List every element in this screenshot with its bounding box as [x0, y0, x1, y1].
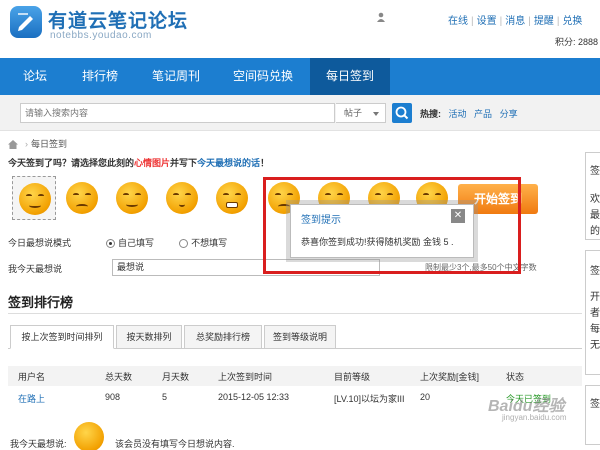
user-icon[interactable]	[376, 12, 386, 22]
search-bar: 帖子 热搜: 活动 产品 分享	[0, 95, 600, 131]
mode-label: 今日最想说模式	[8, 238, 72, 248]
chevron-down-icon	[373, 112, 379, 116]
prompt-mood: 心情图片	[134, 158, 171, 168]
ranking-title: 签到排行榜	[8, 295, 74, 310]
search-input[interactable]	[20, 103, 335, 123]
link-reminders[interactable]: 提醒	[534, 16, 554, 27]
mood-option[interactable]	[60, 176, 104, 220]
search-button[interactable]	[392, 103, 412, 123]
mode-none-label[interactable]: 不想填写	[191, 238, 227, 248]
tab-by-days[interactable]: 按天数排列	[116, 325, 182, 349]
search-icon	[395, 106, 409, 120]
tab-total-rewards[interactable]: 总奖励排行榜	[184, 325, 262, 349]
table-header	[8, 366, 582, 386]
signin-prompt: 今天签到了吗？请选择您此刻的心情图片并写下今天最想说的话！	[8, 156, 269, 169]
sidebar-text: 每	[590, 324, 600, 335]
link-settings[interactable]: 设置	[477, 16, 497, 27]
prompt-say: 今天最想说的话	[197, 158, 261, 168]
column-header: 目前等级	[334, 372, 371, 382]
tab-by-last-signin[interactable]: 按上次签到时间排列	[10, 325, 114, 349]
column-header: 上次签到时间	[218, 372, 273, 382]
sidebar-text: 签	[590, 166, 600, 177]
sidebar-text: 开	[590, 292, 600, 303]
hot-label: 热搜:	[420, 109, 441, 119]
breadcrumb: › 每日签到	[8, 137, 67, 150]
search-scope-label: 帖子	[344, 108, 363, 118]
mood-calm-icon	[116, 182, 148, 214]
watermark-url: jingyan.baidu.com	[502, 413, 567, 422]
mood-option[interactable]	[160, 176, 204, 220]
sidebar-box	[585, 385, 600, 445]
nav-item-forum[interactable]: 论坛	[10, 58, 60, 95]
nav-item-daily-signin[interactable]: 每日签到	[310, 58, 390, 95]
mode-self-label[interactable]: 自己填写	[118, 238, 154, 248]
sidebar-text: 的	[590, 226, 600, 237]
hot-word[interactable]: 活动	[449, 109, 467, 119]
divider	[8, 313, 582, 314]
column-header: 月天数	[162, 372, 190, 382]
bottom-say-label: 我今天最想说:	[10, 439, 67, 449]
prompt-text: 并写下	[170, 158, 198, 168]
link-online[interactable]: 在线	[448, 16, 468, 27]
sidebar-text: 欢	[590, 194, 600, 205]
mood-sad-icon	[66, 182, 98, 214]
tab-level-info[interactable]: 签到等级说明	[264, 325, 336, 349]
link-redeem[interactable]: 兑换	[562, 16, 582, 27]
mood-happy-icon	[19, 183, 51, 215]
mood-sleepy-icon	[166, 182, 198, 214]
user-points[interactable]: 积分: 2888	[555, 35, 598, 48]
dialog-message: 恭喜你签到成功!获得随机奖励 金钱 5 .	[301, 237, 454, 247]
prompt-text: ！	[260, 158, 270, 168]
dialog-title: 签到提示	[301, 215, 341, 226]
sidebar-text: 者	[590, 308, 600, 319]
prompt-text: 今天签到了吗？请选择您此刻的	[8, 158, 135, 168]
mode-none-radio[interactable]	[179, 239, 189, 249]
close-icon[interactable]: ✕	[451, 209, 465, 223]
mood-angry-icon	[216, 182, 248, 214]
mood-crying-icon	[74, 422, 104, 450]
site-title[interactable]: 有道云笔记论坛	[48, 6, 188, 33]
site-url: notebbs.youdao.com	[50, 30, 152, 41]
main-nav: 论坛 排行榜 笔记周刊 空间码兑换 每日签到	[0, 58, 600, 95]
ranking-tabs: 按上次签到时间排列 按天数排列 总奖励排行榜 签到等级说明	[8, 325, 582, 349]
column-header: 用户名	[18, 372, 46, 382]
mode-self-radio[interactable]	[106, 239, 116, 249]
nav-item-ranking[interactable]: 排行榜	[70, 58, 130, 95]
home-icon[interactable]	[8, 140, 18, 150]
breadcrumb-current[interactable]: 每日签到	[31, 139, 67, 149]
column-header: 上次奖励[金钱]	[420, 372, 480, 382]
hot-searches: 热搜: 活动 产品 分享	[420, 107, 518, 120]
say-label: 我今天最想说	[8, 264, 63, 274]
mood-option[interactable]	[12, 176, 56, 220]
sidebar-text: 最	[590, 210, 600, 221]
link-messages[interactable]: 消息	[505, 16, 525, 27]
site-header: 有道云笔记论坛 notebbs.youdao.com 在线 | 设置 | 消息 | 提醒 | 兑…	[0, 0, 600, 58]
signin-success-dialog: 签到提示 ✕ 恭喜你签到成功!获得随机奖励 金钱 5 .	[290, 204, 474, 258]
nav-item-weekly[interactable]: 笔记周刊	[140, 58, 212, 95]
hot-word[interactable]: 产品	[474, 109, 492, 119]
search-scope-select[interactable]: 帖子	[336, 103, 386, 123]
sidebar-text: 无	[590, 340, 600, 351]
logo-icon[interactable]	[10, 6, 42, 38]
cell-reward: 20	[420, 392, 431, 402]
cell-month-days: 5	[162, 392, 168, 402]
sidebar-text: 签	[590, 266, 600, 277]
bottom-say-note: 该会员没有填写今日想说内容.	[115, 439, 235, 449]
hot-word[interactable]: 分享	[500, 109, 518, 119]
top-links: 在线 | 设置 | 消息 | 提醒 | 兑换	[448, 16, 583, 27]
cell-level: [LV.10]以坛为家III	[334, 394, 405, 404]
mood-option[interactable]	[210, 176, 254, 220]
column-header: 状态	[506, 372, 525, 382]
column-header: 总天数	[105, 372, 133, 382]
sidebar-text: 签	[590, 399, 600, 410]
breadcrumb-separator: ›	[25, 139, 28, 149]
mode-row: 今日最想说模式 自己填写 不想填写	[8, 236, 227, 249]
mood-option[interactable]	[110, 176, 154, 220]
nav-item-redeem-code[interactable]: 空间码兑换	[222, 58, 304, 95]
cell-total-days: 908	[105, 392, 121, 402]
cell-last-time: 2015-12-05 12:33	[218, 392, 290, 402]
cell-username[interactable]: 在路上	[18, 392, 45, 405]
